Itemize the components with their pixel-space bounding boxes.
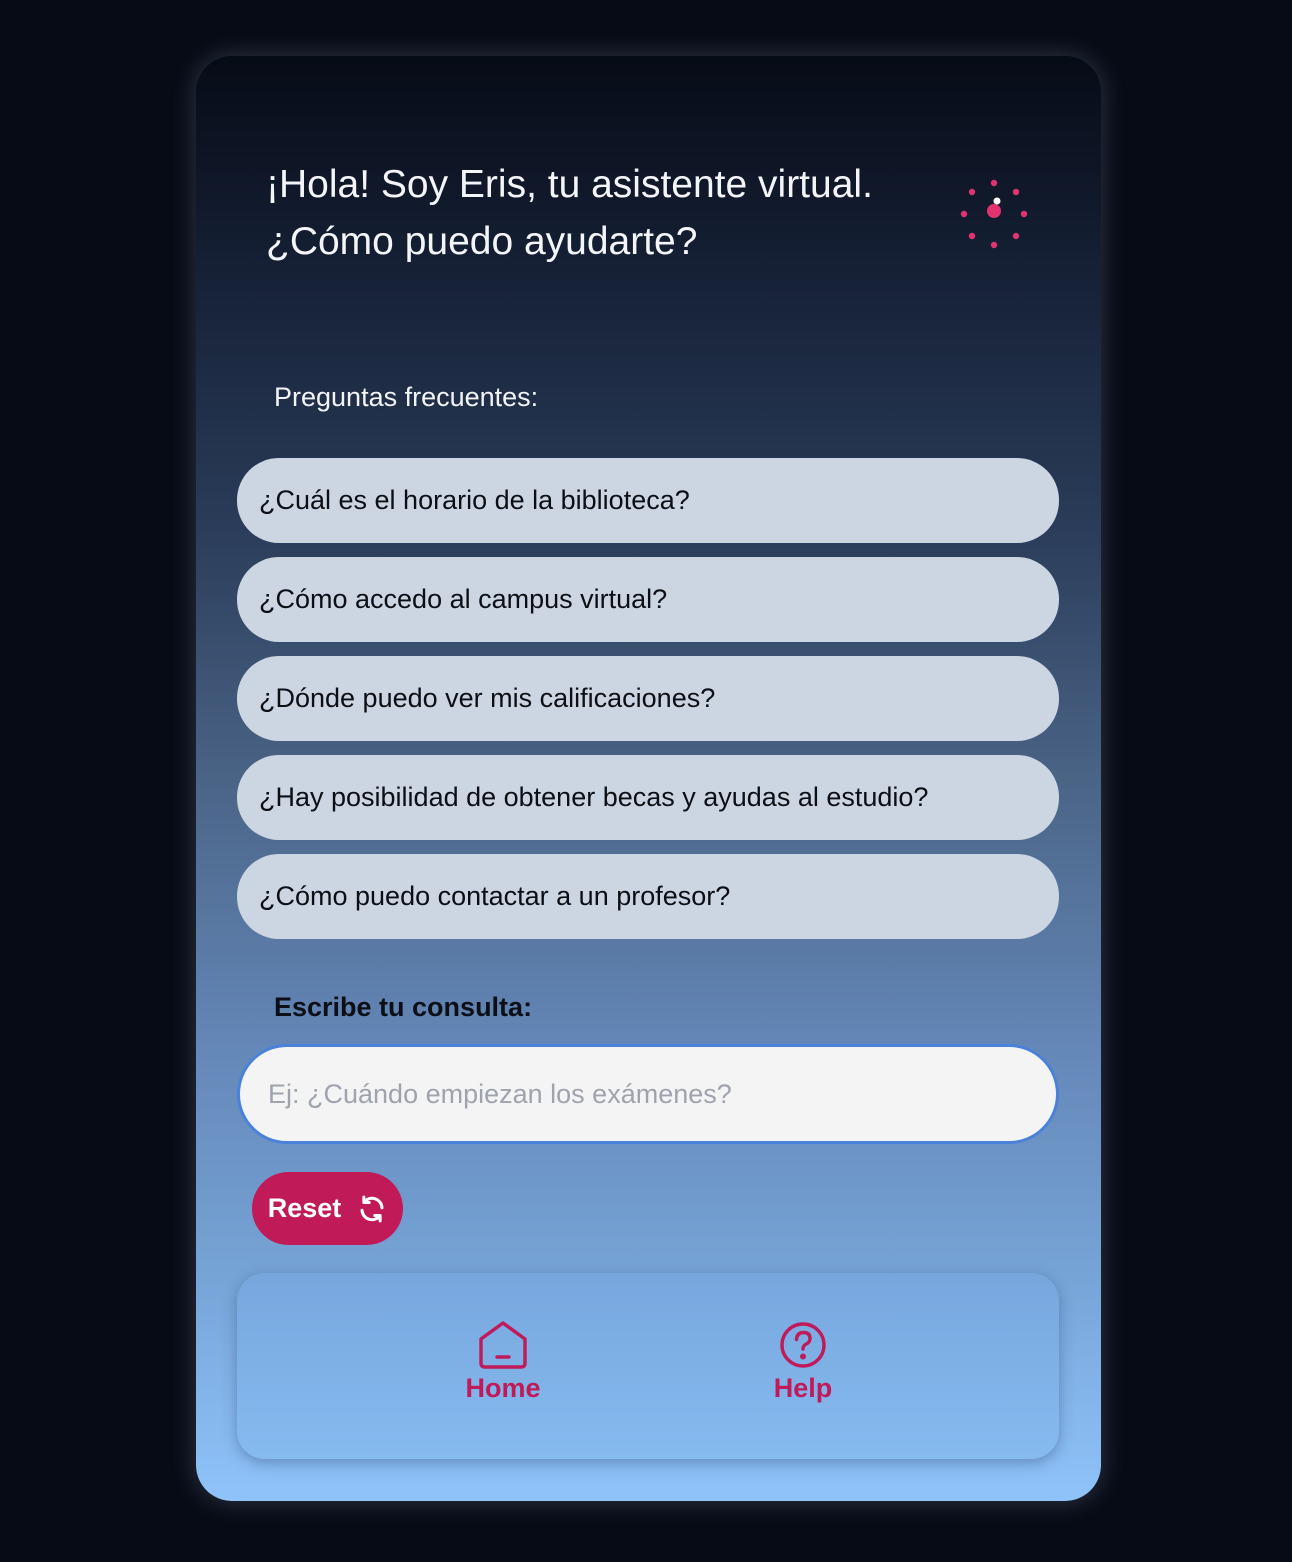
chat-assistant-panel: ¡Hola! Soy Eris, tu asistente virtual. ¿…	[196, 56, 1101, 1501]
query-input[interactable]	[237, 1044, 1059, 1144]
faq-title: Preguntas frecuentes:	[274, 382, 539, 412]
faq-button-virtual-campus[interactable]: ¿Cómo accedo al campus virtual?	[237, 557, 1059, 642]
faq-button-grades[interactable]: ¿Dónde puedo ver mis calificaciones?	[237, 656, 1059, 741]
home-icon	[479, 1321, 527, 1369]
reset-button[interactable]: Reset	[252, 1172, 403, 1245]
refresh-icon	[360, 1195, 384, 1222]
nav-help-label: Help	[773, 1373, 833, 1403]
faq-button-library-hours[interactable]: ¿Cuál es el horario de la biblioteca?	[237, 458, 1059, 543]
reset-label: Reset	[267, 1193, 342, 1223]
nav-home-button[interactable]: Home	[433, 1317, 573, 1404]
faq-button-scholarships[interactable]: ¿Hay posibilidad de obtener becas y ayud…	[237, 755, 1059, 840]
greeting-heading: ¡Hola! Soy Eris, tu asistente virtual. ¿…	[266, 156, 946, 270]
nav-help-button[interactable]: Help	[733, 1317, 873, 1404]
nav-home-label: Home	[465, 1373, 541, 1403]
bottom-navigation: Home Help	[237, 1273, 1059, 1459]
help-circle-icon	[780, 1322, 826, 1368]
query-label: Escribe tu consulta:	[274, 992, 533, 1022]
greeting-line-2: ¿Cómo puedo ayudarte?	[266, 220, 698, 263]
faq-button-contact-professor[interactable]: ¿Cómo puedo contactar a un profesor?	[237, 854, 1059, 939]
loading-dots-icon	[960, 179, 1028, 249]
greeting-line-1: ¡Hola! Soy Eris, tu asistente virtual.	[266, 163, 873, 206]
faq-list: ¿Cuál es el horario de la biblioteca? ¿C…	[237, 458, 1059, 953]
